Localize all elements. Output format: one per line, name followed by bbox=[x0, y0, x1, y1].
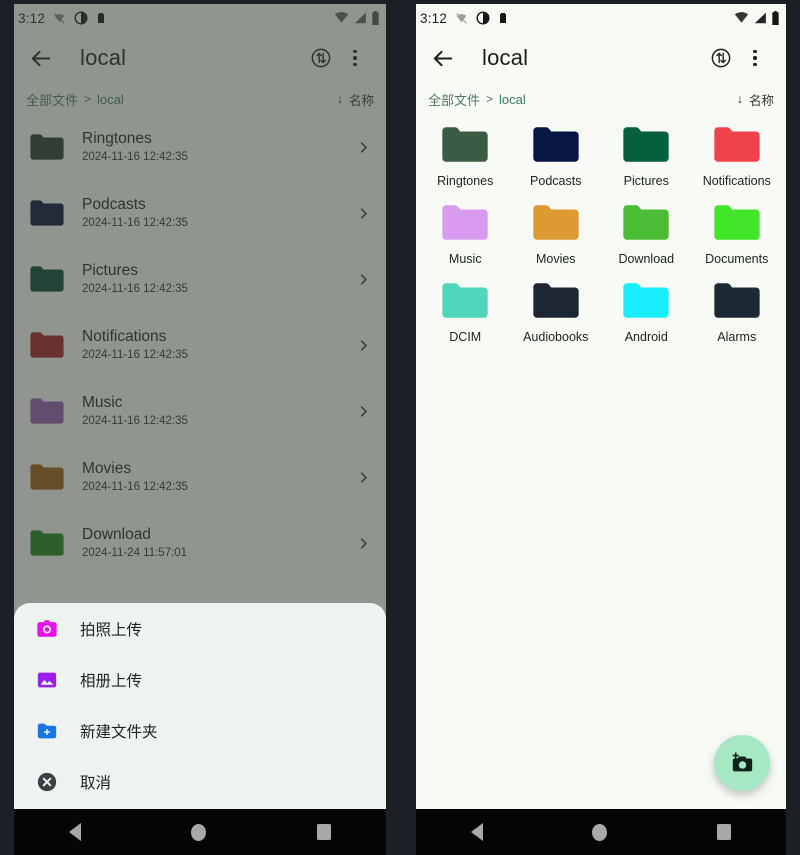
screen-right: 3:12 local 全部文件 > local ↓ 名称 Ringtones P… bbox=[416, 4, 786, 855]
cancel-icon-wrap bbox=[36, 771, 58, 793]
arrow-left-icon bbox=[433, 50, 452, 66]
nav-home-icon[interactable] bbox=[191, 823, 207, 841]
camera-icon bbox=[37, 619, 57, 637]
back-button[interactable] bbox=[426, 41, 460, 75]
folder-icon bbox=[623, 127, 669, 162]
sheet-item-new-folder[interactable]: 新建文件夹 bbox=[14, 705, 386, 756]
battery-saver-icon bbox=[500, 13, 507, 23]
transfer-circle-icon bbox=[711, 48, 731, 68]
file-grid-item[interactable]: Download bbox=[601, 198, 692, 276]
file-grid-item[interactable]: Pictures bbox=[601, 120, 692, 198]
page-title: local bbox=[482, 45, 529, 70]
file-name: Android bbox=[624, 330, 668, 344]
file-name: Movies bbox=[535, 252, 576, 266]
file-grid-item[interactable]: Documents bbox=[692, 198, 783, 276]
file-grid-item[interactable]: Alarms bbox=[692, 276, 783, 354]
do-not-disturb-icon bbox=[476, 11, 490, 25]
file-grid-item[interactable]: Movies bbox=[511, 198, 602, 276]
folder-icon bbox=[714, 205, 760, 240]
wifi-icon bbox=[734, 12, 749, 23]
more-vert-icon bbox=[753, 49, 757, 67]
sheet-item-label: 拍照上传 bbox=[80, 621, 143, 639]
file-name: Music bbox=[448, 252, 482, 266]
breadcrumb-separator-icon: > bbox=[486, 92, 494, 106]
breadcrumb-root[interactable]: 全部文件 bbox=[428, 90, 480, 109]
file-name: Podcasts bbox=[530, 174, 582, 188]
file-name: Documents bbox=[705, 252, 769, 266]
nav-recents-icon[interactable] bbox=[316, 824, 331, 840]
nav-bar-left bbox=[14, 809, 386, 855]
sheet-item-label: 相册上传 bbox=[80, 672, 143, 690]
sheet-item-label: 新建文件夹 bbox=[80, 723, 158, 741]
phone-right: 3:12 local 全部文件 > local ↓ 名称 Ringtones P… bbox=[400, 0, 800, 855]
folder-icon bbox=[442, 205, 488, 240]
new-folder-icon bbox=[37, 723, 57, 738]
nav-back-icon[interactable] bbox=[470, 823, 483, 841]
screen-left: 3:12 bbox=[14, 4, 386, 855]
status-clock-r: 3:12 bbox=[420, 10, 448, 26]
folder-icon bbox=[714, 283, 760, 318]
transfer-button[interactable] bbox=[704, 41, 738, 75]
file-name: Ringtones bbox=[437, 174, 494, 188]
file-name: Pictures bbox=[623, 174, 669, 188]
file-manager-app-right: 3:12 local 全部文件 > local ↓ 名称 Ringtones P… bbox=[416, 4, 786, 809]
signal-icon bbox=[754, 12, 766, 24]
file-grid-item[interactable]: Music bbox=[420, 198, 511, 276]
breadcrumb-current[interactable]: local bbox=[499, 92, 526, 107]
file-grid-item[interactable]: Audiobooks bbox=[511, 276, 602, 354]
sort-label: 名称 bbox=[748, 93, 774, 108]
photo-icon bbox=[37, 672, 57, 687]
add-photo-fab[interactable] bbox=[714, 735, 770, 791]
file-name: DCIM bbox=[449, 330, 482, 344]
overflow-menu-button[interactable] bbox=[738, 41, 772, 75]
sheet-item-photo[interactable]: 相册上传 bbox=[14, 654, 386, 705]
file-name: Audiobooks bbox=[523, 330, 589, 344]
file-grid-item[interactable]: Notifications bbox=[692, 120, 783, 198]
folder-icon bbox=[533, 127, 579, 162]
cancel-icon bbox=[37, 772, 57, 791]
sheet-item-cancel[interactable]: 取消 bbox=[14, 756, 386, 807]
wifi-off-icon bbox=[456, 12, 467, 24]
folder-icon bbox=[623, 283, 669, 318]
folder-icon bbox=[714, 127, 760, 162]
file-grid-item[interactable]: Podcasts bbox=[511, 120, 602, 198]
upload-bottom-sheet: 拍照上传相册上传新建文件夹取消 bbox=[14, 603, 386, 809]
file-name: Notifications bbox=[702, 174, 771, 188]
battery-icon bbox=[772, 11, 779, 25]
file-name: Alarms bbox=[717, 330, 757, 344]
folder-icon bbox=[442, 283, 488, 318]
file-grid-item[interactable]: Ringtones bbox=[420, 120, 511, 198]
status-bar-right: 3:12 bbox=[416, 4, 786, 32]
sort-arrow-icon: ↓ bbox=[736, 92, 743, 106]
file-grid-item[interactable]: Android bbox=[601, 276, 692, 354]
photo-icon-wrap bbox=[36, 669, 58, 691]
folder-icon bbox=[442, 127, 488, 162]
breadcrumb: 全部文件 > local bbox=[428, 90, 737, 109]
add-photo-icon bbox=[732, 751, 752, 771]
toolbar-right: local bbox=[416, 32, 786, 84]
file-name: Download bbox=[618, 252, 675, 266]
screenshot-stage: 3:12 bbox=[0, 0, 800, 855]
breadcrumb-row-right: 全部文件 > local ↓ 名称 bbox=[416, 84, 786, 114]
file-grid: Ringtones Podcasts Pictures Notifications Mu… bbox=[416, 114, 786, 354]
camera-icon-wrap bbox=[36, 618, 58, 640]
nav-recents-icon[interactable] bbox=[717, 824, 732, 840]
folder-icon bbox=[533, 205, 579, 240]
sort-control[interactable]: ↓ 名称 bbox=[737, 90, 774, 109]
phone-left: 3:12 bbox=[0, 0, 400, 855]
new-folder-icon-wrap bbox=[36, 720, 58, 742]
sheet-item-camera[interactable]: 拍照上传 bbox=[14, 603, 386, 654]
nav-back-icon[interactable] bbox=[69, 823, 82, 841]
status-bar-left-group-r: 3:12 bbox=[420, 11, 734, 26]
folder-icon bbox=[623, 205, 669, 240]
file-grid-item[interactable]: DCIM bbox=[420, 276, 511, 354]
status-bar-right-group-r bbox=[734, 11, 780, 25]
nav-home-icon[interactable] bbox=[592, 823, 608, 841]
folder-icon bbox=[533, 283, 579, 318]
nav-bar-right bbox=[416, 809, 786, 855]
sheet-item-label: 取消 bbox=[80, 774, 112, 792]
